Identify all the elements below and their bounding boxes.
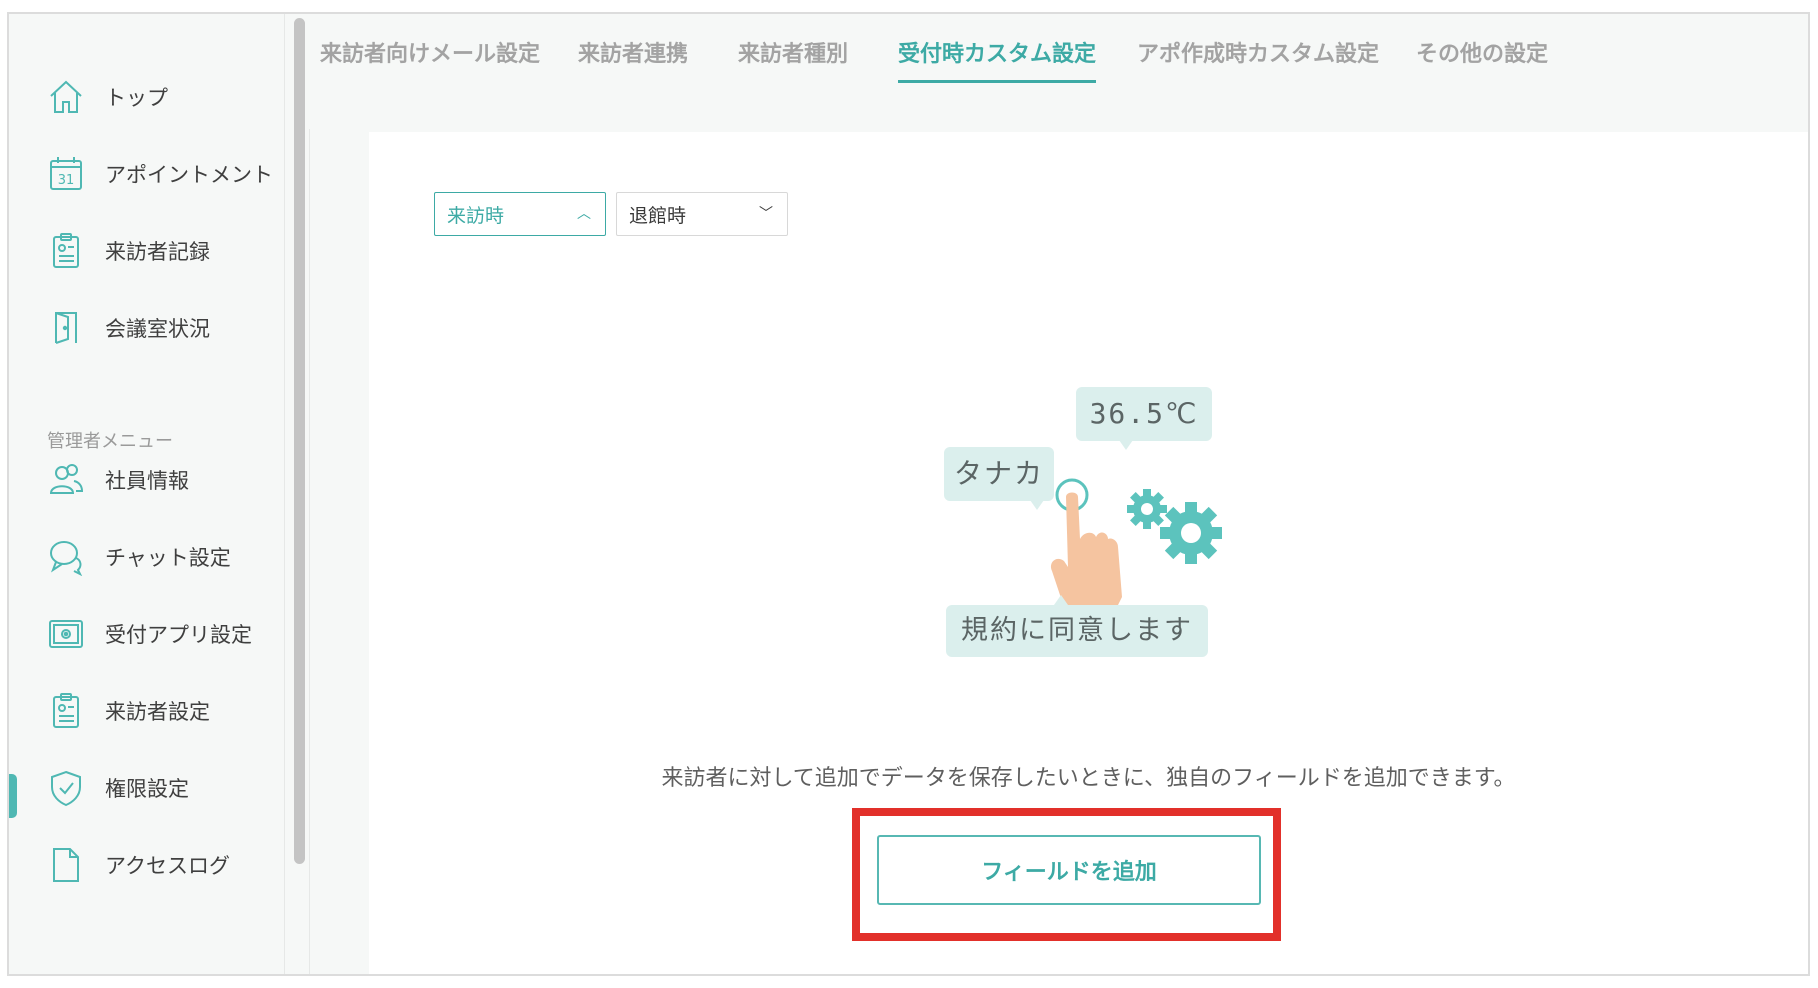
bubble-tail [1119, 440, 1133, 450]
sidebar-item-label: チャット設定 [105, 546, 231, 570]
add-field-button[interactable]: フィールドを追加 [877, 835, 1261, 905]
sidebar-item-access-log[interactable]: アクセスログ [47, 840, 230, 890]
sidebar: トップ 31 アポイントメント 来訪者記録 会議室状況 管理者メニュー 社員情報… [9, 14, 285, 974]
tab-visitor-integration[interactable]: 来訪者連携 [578, 36, 688, 80]
sidebar-item-label: アポイントメント [105, 163, 273, 187]
sidebar-item-employees[interactable]: 社員情報 [47, 455, 189, 505]
sidebar-item-permissions[interactable]: 権限設定 [47, 763, 189, 813]
tab-reception-custom[interactable]: 受付時カスタム設定 [898, 36, 1097, 83]
sidebar-item-label: 会議室状況 [105, 317, 210, 341]
admin-menu-heading: 管理者メニュー [47, 431, 173, 452]
sidebar-item-reception-app[interactable]: 受付アプリ設定 [47, 609, 252, 659]
sidebar-item-label: 来訪者設定 [105, 700, 210, 724]
agreement-bubble: 規約に同意します [946, 605, 1208, 657]
visit-timing-select[interactable]: 来訪時 ︿ [434, 192, 606, 236]
tab-appointment-custom[interactable]: アポ作成時カスタム設定 [1137, 36, 1379, 80]
bubble-tail [1030, 500, 1044, 510]
app-window: トップ 31 アポイントメント 来訪者記録 会議室状況 管理者メニュー 社員情報… [7, 12, 1810, 976]
active-item-indicator [9, 774, 17, 818]
tab-other-settings[interactable]: その他の設定 [1416, 36, 1548, 80]
temperature-bubble: 36.5℃ [1076, 387, 1212, 441]
door-icon [47, 308, 85, 348]
tab-visitor-types[interactable]: 来訪者種別 [738, 36, 848, 80]
sidebar-item-meeting-rooms[interactable]: 会議室状況 [47, 303, 210, 353]
select-value: 来訪時 [447, 204, 505, 227]
sidebar-scrollbar-thumb[interactable] [294, 18, 305, 864]
shield-check-icon [47, 768, 85, 808]
clipboard-icon [47, 691, 85, 731]
main-panel: 来訪時 ︿ 退館時 ﹀ タナカ 36.5℃ 規約に同意します 来訪者に対して追加… [369, 132, 1808, 974]
svg-text:31: 31 [58, 173, 75, 188]
tab-visitor-email[interactable]: 来訪者向けメール設定 [320, 36, 540, 80]
sidebar-item-visitor-settings[interactable]: 来訪者設定 [47, 686, 210, 736]
chevron-down-icon: ﹀ [759, 206, 773, 222]
sidebar-item-label: 受付アプリ設定 [105, 623, 252, 647]
custom-field-description: 来訪者に対して追加でデータを保存したいときに、独自のフィールドを追加できます。 [661, 766, 1516, 791]
name-bubble: タナカ [944, 447, 1054, 501]
sidebar-item-label: 権限設定 [105, 777, 189, 801]
document-icon [47, 845, 85, 885]
chevron-up-icon: ︿ [577, 206, 591, 222]
select-value: 退館時 [629, 204, 687, 227]
sidebar-item-top[interactable]: トップ [47, 72, 168, 122]
sidebar-item-label: 社員情報 [105, 469, 189, 493]
bubble-tail [1054, 595, 1068, 605]
users-icon [47, 460, 85, 500]
sidebar-item-label: 来訪者記録 [105, 240, 210, 264]
tablet-gear-icon [47, 614, 85, 654]
custom-field-illustration: タナカ 36.5℃ 規約に同意します [944, 387, 1284, 727]
home-icon [47, 77, 85, 117]
calendar-icon: 31 [47, 154, 85, 194]
sidebar-item-label: アクセスログ [105, 854, 230, 878]
sidebar-item-chat-settings[interactable]: チャット設定 [47, 532, 231, 582]
sidebar-item-label: トップ [105, 86, 168, 110]
chat-icon [47, 537, 85, 577]
settings-tabs: 来訪者向けメール設定 来訪者連携 来訪者種別 受付時カスタム設定 アポ作成時カス… [309, 14, 1808, 129]
sidebar-item-appointment[interactable]: 31 アポイントメント [47, 149, 273, 199]
sidebar-item-visitor-records[interactable]: 来訪者記録 [47, 226, 210, 276]
checkout-timing-select[interactable]: 退館時 ﹀ [616, 192, 788, 236]
clipboard-icon [47, 231, 85, 271]
